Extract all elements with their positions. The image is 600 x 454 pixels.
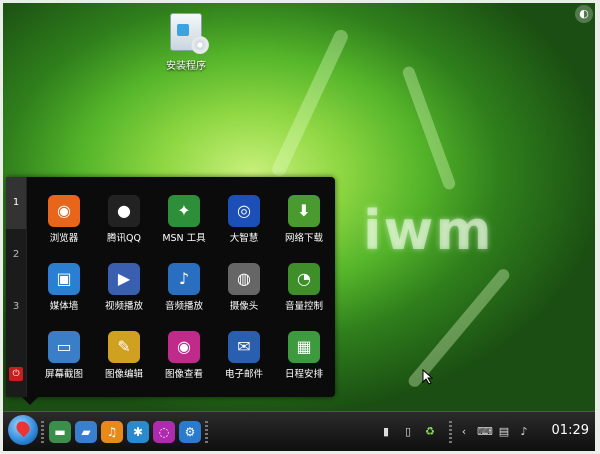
network-icon[interactable]: ▤	[497, 424, 511, 440]
desktop-icon[interactable]: ▬	[49, 421, 71, 443]
desktop: iwm ◐ 安装程序 1 2 3 ⏻ ◉ 浏览器 ● 腾讯QQ ✦ MSN 工具 ◎ 大智慧 ⬇…	[3, 3, 595, 451]
video-player-icon: ▶	[108, 263, 140, 295]
music-icon[interactable]: ♫	[101, 421, 123, 443]
dazhihui-icon: ◎	[228, 195, 260, 227]
battery-icon[interactable]: ▮	[379, 424, 393, 440]
chevron-left-icon[interactable]: ‹	[457, 424, 471, 440]
taskbar-separator	[449, 421, 452, 445]
start-button[interactable]	[8, 415, 38, 445]
clock[interactable]: 01:29	[552, 423, 589, 438]
app-launcher[interactable]: ● 腾讯QQ	[94, 189, 154, 249]
image-edit-icon: ✎	[108, 331, 140, 363]
app-launcher[interactable]: ◔ 音量控制	[274, 257, 334, 317]
app-launcher[interactable]: ✦ MSN 工具	[154, 189, 214, 249]
desktop-icon-installer[interactable]: 安装程序	[161, 13, 211, 72]
app-launcher[interactable]: ▦ 日程安排	[274, 325, 334, 385]
app-label: 浏览器	[49, 233, 79, 244]
menu-tab-1[interactable]: 1	[6, 177, 26, 229]
recycle-icon[interactable]: ♻	[423, 424, 437, 440]
audio-player-icon: ♪	[168, 263, 200, 295]
download-icon: ⬇	[288, 195, 320, 227]
app-launcher[interactable]: ♪ 音频播放	[154, 257, 214, 317]
browser-globe-icon[interactable]: ✱	[127, 421, 149, 443]
app-label: 音量控制	[284, 301, 323, 312]
app-label: 图像查看	[164, 369, 203, 380]
corner-widget-icon[interactable]: ◐	[575, 5, 593, 23]
media-wall-icon: ▣	[48, 263, 80, 295]
app-label: MSN 工具	[162, 233, 206, 244]
volume-control-icon: ◔	[288, 263, 320, 295]
app-label: 视频播放	[104, 301, 143, 312]
app-label: 网络下载	[284, 233, 323, 244]
app-label: 音频播放	[164, 301, 203, 312]
chat-icon[interactable]: ◌	[153, 421, 175, 443]
desktop-icon-label: 安装程序	[166, 61, 206, 72]
leaf-vein	[269, 27, 351, 179]
app-label: 腾讯QQ	[107, 233, 141, 244]
app-label: 图像编辑	[104, 369, 143, 380]
taskbar-separator	[205, 421, 208, 445]
taskbar: ▬ ▰ ♫ ✱ ◌ ⚙ ▮ ▯ ♻ ‹ ⌨ ▤ ♪ 01:29	[3, 411, 595, 451]
installer-icon	[170, 13, 209, 54]
start-menu: 1 2 3 ⏻ ◉ 浏览器 ● 腾讯QQ ✦ MSN 工具 ◎ 大智慧 ⬇ 网络下载 ▣ 媒体墙 ▶ 视频…	[6, 177, 335, 405]
email-icon: ✉	[228, 331, 260, 363]
app-label: 日程安排	[284, 369, 323, 380]
folder-icon[interactable]: ▰	[75, 421, 97, 443]
webcam-icon: ◍	[228, 263, 260, 295]
qq-penguin-icon: ●	[108, 195, 140, 227]
app-launcher[interactable]: ◉ 图像查看	[154, 325, 214, 385]
app-launcher[interactable]: ⬇ 网络下载	[274, 189, 334, 249]
trash-icon[interactable]: ▯	[401, 424, 415, 440]
app-label: 电子邮件	[224, 369, 263, 380]
desktop-logo: iwm	[363, 199, 494, 262]
calendar-icon: ▦	[288, 331, 320, 363]
power-icon[interactable]: ⏻	[9, 367, 23, 381]
menu-page-tabs: 1 2 3 ⏻	[6, 177, 27, 397]
app-label: 摄像头	[229, 301, 259, 312]
firefox-icon: ◉	[48, 195, 80, 227]
app-launcher[interactable]: ◎ 大智慧	[214, 189, 274, 249]
app-launcher[interactable]: ▭ 屏幕截图	[34, 325, 94, 385]
app-label: 媒体墙	[49, 301, 79, 312]
leaf-vein	[401, 64, 457, 192]
msn-bird-icon: ✦	[168, 195, 200, 227]
menu-tab-2[interactable]: 2	[6, 229, 26, 281]
keyboard-icon[interactable]: ⌨	[477, 424, 493, 440]
app-launcher[interactable]: ▣ 媒体墙	[34, 257, 94, 317]
menu-tab-3[interactable]: 3	[6, 281, 26, 333]
taskbar-separator	[41, 421, 44, 445]
app-launcher[interactable]: ▶ 视频播放	[94, 257, 154, 317]
app-launcher[interactable]: ◍ 摄像头	[214, 257, 274, 317]
screenshot-icon: ▭	[48, 331, 80, 363]
app-grid: ◉ 浏览器 ● 腾讯QQ ✦ MSN 工具 ◎ 大智慧 ⬇ 网络下载 ▣ 媒体墙 ▶ 视频播放 ♪ 音频播放 ◍…	[34, 189, 334, 385]
app-label: 屏幕截图	[44, 369, 83, 380]
app-launcher[interactable]: ✎ 图像编辑	[94, 325, 154, 385]
app-launcher[interactable]: ◉ 浏览器	[34, 189, 94, 249]
image-view-icon: ◉	[168, 331, 200, 363]
app-launcher[interactable]: ✉ 电子邮件	[214, 325, 274, 385]
speaker-icon[interactable]: ♪	[517, 424, 531, 440]
app-label: 大智慧	[229, 233, 259, 244]
settings-icon[interactable]: ⚙	[179, 421, 201, 443]
